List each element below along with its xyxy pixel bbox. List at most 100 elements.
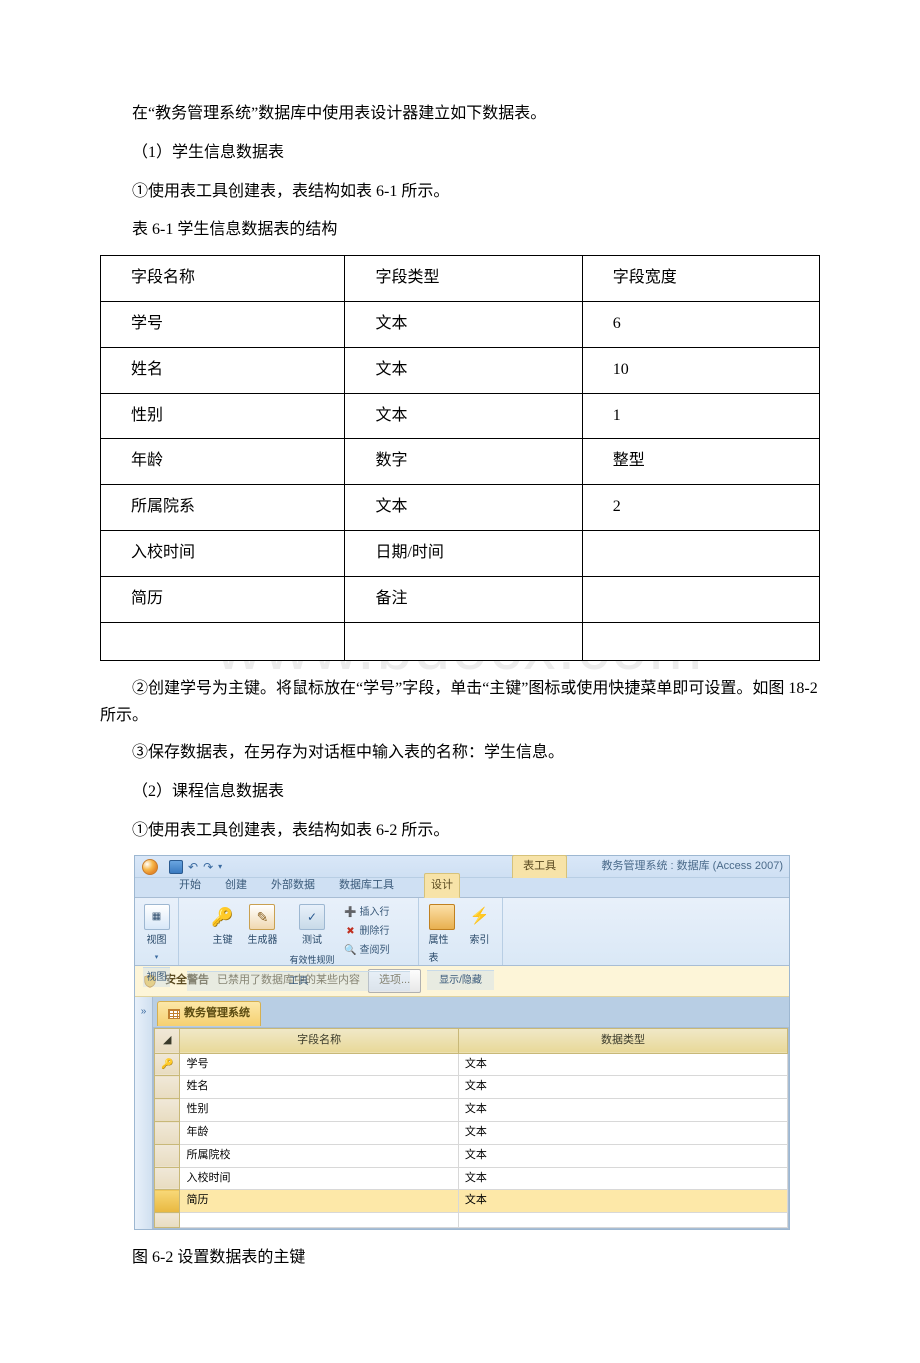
group-tools-label: 工具 (187, 971, 410, 991)
group-tools: 🔑 主键 ✎ 生成器 ✓ 测试 有效性规则 ➕插入行 ✖删除行 (179, 898, 419, 965)
row-selector-header: ◢ (155, 1028, 180, 1053)
nav-pane-collapse-button[interactable]: » (135, 997, 153, 1229)
row-selector[interactable] (155, 1144, 180, 1167)
row-selector[interactable] (155, 1076, 180, 1099)
document-tab[interactable]: 教务管理系统 (157, 1001, 261, 1026)
group-view-label: 视图 (143, 967, 170, 987)
cell-data-type[interactable]: 文本 (458, 1190, 787, 1213)
cell: 入校时间 (101, 530, 345, 576)
test-icon: ✓ (299, 904, 325, 930)
grid-row[interactable]: 姓名文本 (155, 1076, 788, 1099)
property-sheet-icon (429, 904, 455, 930)
key-icon: 🔑 (209, 904, 235, 930)
row-selector[interactable] (155, 1099, 180, 1122)
header-field-width: 字段宽度 (582, 256, 819, 302)
datasheet-view-icon: ▦ (144, 904, 170, 930)
cell-data-type[interactable] (458, 1213, 787, 1228)
cell-data-type[interactable]: 文本 (458, 1099, 787, 1122)
indexes-button[interactable]: ⚡ 索引 (465, 902, 495, 952)
cell (582, 576, 819, 622)
tab-external-data[interactable]: 外部数据 (265, 874, 321, 898)
cell-field-name[interactable] (180, 1213, 458, 1228)
delete-row-label: 删除行 (360, 923, 390, 941)
col-field-name: 字段名称 (180, 1028, 458, 1053)
tab-design[interactable]: 设计 (424, 873, 460, 899)
builder-button[interactable]: ✎ 生成器 (245, 902, 279, 952)
redo-icon[interactable]: ↷ (203, 861, 213, 873)
grid-row-empty[interactable] (155, 1213, 788, 1228)
cell-data-type[interactable]: 文本 (458, 1053, 787, 1076)
header-field-type: 字段类型 (345, 256, 582, 302)
property-sheet-button[interactable]: 属性表 (427, 902, 457, 970)
office-button[interactable] (135, 856, 165, 878)
grid-row[interactable]: 🔑学号文本 (155, 1053, 788, 1076)
primary-key-button[interactable]: 🔑 主键 (207, 902, 237, 952)
cell: 6 (582, 301, 819, 347)
table-row: 姓名文本10 (101, 347, 820, 393)
cell-data-type[interactable]: 文本 (458, 1144, 787, 1167)
pk-label: 主键 (212, 932, 232, 950)
insert-row-icon: ➕ (345, 908, 357, 918)
row-selector[interactable] (155, 1213, 180, 1228)
cell: 文本 (345, 393, 582, 439)
col-data-type: 数据类型 (458, 1028, 787, 1053)
table-designer-grid[interactable]: ◢ 字段名称 数据类型 🔑学号文本 姓名文本 性别文本 年龄文本 所属院校文本 … (153, 1027, 789, 1229)
insert-row-button[interactable]: ➕插入行 (345, 904, 390, 922)
table-row: 年龄数字整型 (101, 439, 820, 485)
lookup-icon: 🔍 (345, 946, 357, 956)
intro-text: 在“教务管理系统”数据库中使用表设计器建立如下数据表。 (100, 100, 820, 129)
builder-label: 生成器 (247, 932, 277, 950)
delete-row-button[interactable]: ✖删除行 (345, 923, 390, 941)
access-screenshot: ↶ ↷ ▾ 表工具 教务管理系统 : 数据库 (Access 2007) 开始 … (134, 855, 790, 1230)
save-icon[interactable] (169, 860, 183, 874)
tab-home[interactable]: 开始 (173, 874, 207, 898)
cell-field-name[interactable]: 所属院校 (180, 1144, 458, 1167)
header-field-name: 字段名称 (101, 256, 345, 302)
grid-row[interactable]: 年龄文本 (155, 1122, 788, 1145)
table-row: 所属院系文本2 (101, 485, 820, 531)
designer-pane: 教务管理系统 ◢ 字段名称 数据类型 🔑学号文本 姓名文本 性别文本 年龄文本 … (153, 997, 789, 1229)
cell-data-type[interactable]: 文本 (458, 1167, 787, 1190)
group-showhide: 属性表 ⚡ 索引 显示/隐藏 (419, 898, 503, 965)
section1-heading: （1）学生信息数据表 (100, 139, 820, 168)
cell-field-name[interactable]: 性别 (180, 1099, 458, 1122)
office-logo-icon (142, 859, 158, 875)
table-row: 学号文本6 (101, 301, 820, 347)
grid-row[interactable]: 入校时间文本 (155, 1167, 788, 1190)
builder-icon: ✎ (249, 904, 275, 930)
cell-data-type[interactable]: 文本 (458, 1076, 787, 1099)
grid-row[interactable]: 所属院校文本 (155, 1144, 788, 1167)
test-validation-button[interactable]: ✓ 测试 有效性规则 (287, 902, 336, 970)
cell: 姓名 (101, 347, 345, 393)
row-selector[interactable] (155, 1167, 180, 1190)
row-ops: ➕插入行 ✖删除行 🔍查阅列 (345, 902, 390, 960)
tab-create[interactable]: 创建 (219, 874, 253, 898)
cell-field-name[interactable]: 学号 (180, 1053, 458, 1076)
row-selector[interactable] (155, 1122, 180, 1145)
table-6-1-caption: 表 6-1 学生信息数据表的结构 (100, 216, 820, 245)
grid-row[interactable]: 性别文本 (155, 1099, 788, 1122)
cell-data-type[interactable]: 文本 (458, 1122, 787, 1145)
undo-icon[interactable]: ↶ (188, 861, 198, 873)
lookup-column-button[interactable]: 🔍查阅列 (345, 942, 390, 960)
row-selector[interactable] (155, 1190, 180, 1213)
delete-row-icon: ✖ (345, 927, 357, 937)
cell (582, 622, 819, 660)
tab-database-tools[interactable]: 数据库工具 (333, 874, 400, 898)
insert-row-label: 插入行 (360, 904, 390, 922)
view-button[interactable]: ▦ 视图 ▾ (142, 902, 172, 967)
cell-field-name[interactable]: 入校时间 (180, 1167, 458, 1190)
cell: 2 (582, 485, 819, 531)
group-view: ▦ 视图 ▾ 视图 (135, 898, 179, 965)
cell-field-name[interactable]: 简历 (180, 1190, 458, 1213)
validation-label: 有效性规则 (289, 952, 334, 968)
cell-field-name[interactable]: 年龄 (180, 1122, 458, 1145)
table-row: 性别文本1 (101, 393, 820, 439)
cell-field-name[interactable]: 姓名 (180, 1076, 458, 1099)
document-tab-label: 教务管理系统 (184, 1004, 250, 1024)
view-label: 视图 (147, 932, 167, 950)
section1-step2: ②创建学号为主键。将鼠标放在“学号”字段，单击“主键”图标或使用快捷菜单即可设置… (100, 675, 820, 729)
chevron-down-icon: ▾ (155, 952, 159, 965)
grid-row-selected[interactable]: 简历文本 (155, 1190, 788, 1213)
cell: 所属院系 (101, 485, 345, 531)
